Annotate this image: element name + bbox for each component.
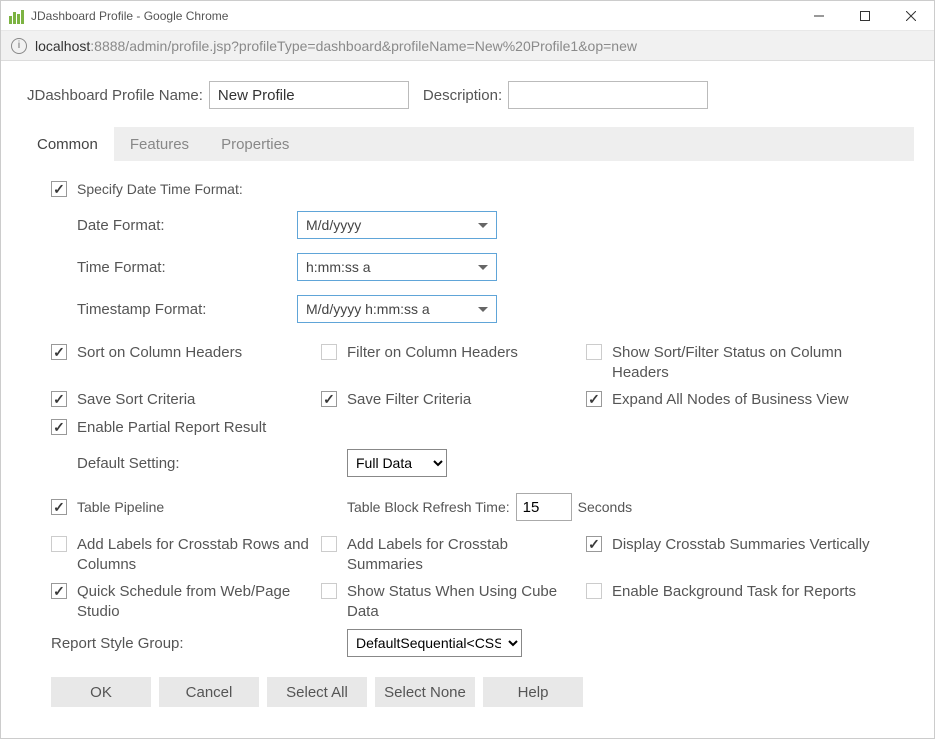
expand-nodes-checkbox[interactable] xyxy=(586,391,602,407)
timestamp-format-value: M/d/yyyy h:mm:ss a xyxy=(306,301,430,317)
chevron-down-icon xyxy=(478,265,488,270)
enable-partial-checkbox[interactable] xyxy=(51,419,67,435)
minimize-icon xyxy=(814,11,824,21)
tab-properties[interactable]: Properties xyxy=(205,127,305,161)
chevron-down-icon xyxy=(478,223,488,228)
save-filter-checkbox[interactable] xyxy=(321,391,337,407)
add-labels-summaries-checkbox[interactable] xyxy=(321,536,337,552)
default-setting-label: Default Setting: xyxy=(51,455,347,472)
quick-schedule-checkbox[interactable] xyxy=(51,583,67,599)
date-format-value: M/d/yyyy xyxy=(306,217,361,233)
show-sort-filter-checkbox[interactable] xyxy=(586,344,602,360)
time-format-combo[interactable]: h:mm:ss a xyxy=(297,253,497,281)
table-pipeline-checkbox[interactable] xyxy=(51,499,67,515)
profile-header-row: JDashboard Profile Name: Description: xyxy=(21,81,914,109)
specify-datetime-label: Specify Date Time Format: xyxy=(77,181,243,197)
date-format-combo[interactable]: M/d/yyyy xyxy=(297,211,497,239)
style-group-label: Report Style Group: xyxy=(51,635,347,652)
button-row: OK Cancel Select All Select None Help xyxy=(51,677,904,707)
minimize-button[interactable] xyxy=(796,1,842,31)
select-none-button[interactable]: Select None xyxy=(375,677,475,707)
address-bar[interactable]: i localhost:8888/admin/profile.jsp?profi… xyxy=(1,31,934,61)
time-format-value: h:mm:ss a xyxy=(306,259,371,275)
window-titlebar: JDashboard Profile - Google Chrome xyxy=(1,1,934,31)
url-host: localhost xyxy=(35,38,90,54)
description-label: Description: xyxy=(423,87,502,104)
timestamp-format-combo[interactable]: M/d/yyyy h:mm:ss a xyxy=(297,295,497,323)
close-icon xyxy=(906,11,916,21)
cancel-button[interactable]: Cancel xyxy=(159,677,259,707)
display-vertically-checkbox[interactable] xyxy=(586,536,602,552)
tab-features[interactable]: Features xyxy=(114,127,205,161)
maximize-button[interactable] xyxy=(842,1,888,31)
table-pipeline-label: Table Pipeline xyxy=(77,499,164,515)
enable-partial-label: Enable Partial Report Result xyxy=(77,418,266,438)
window-title: JDashboard Profile - Google Chrome xyxy=(31,9,228,23)
sort-on-headers-checkbox[interactable] xyxy=(51,344,67,360)
help-button[interactable]: Help xyxy=(483,677,583,707)
specify-datetime-checkbox[interactable] xyxy=(51,181,67,197)
select-all-button[interactable]: Select All xyxy=(267,677,367,707)
refresh-unit-label: Seconds xyxy=(578,499,632,515)
app-icon xyxy=(9,8,25,24)
filter-on-headers-checkbox[interactable] xyxy=(321,344,337,360)
add-labels-rows-label: Add Labels for Crosstab Rows and Columns xyxy=(77,535,321,574)
profile-name-input[interactable] xyxy=(209,81,409,109)
time-format-label: Time Format: xyxy=(77,259,297,276)
show-sort-filter-label: Show Sort/Filter Status on Column Header… xyxy=(612,343,876,382)
default-setting-select[interactable]: Full Data xyxy=(347,449,447,477)
expand-nodes-label: Expand All Nodes of Business View xyxy=(612,390,849,410)
show-status-cube-label: Show Status When Using Cube Data xyxy=(347,582,586,621)
description-input[interactable] xyxy=(508,81,708,109)
refresh-time-label: Table Block Refresh Time: xyxy=(347,499,510,515)
tabs: Common Features Properties xyxy=(21,127,914,161)
enable-bg-label: Enable Background Task for Reports xyxy=(612,582,856,602)
enable-bg-checkbox[interactable] xyxy=(586,583,602,599)
close-button[interactable] xyxy=(888,1,934,31)
maximize-icon xyxy=(860,11,870,21)
save-sort-label: Save Sort Criteria xyxy=(77,390,195,410)
filter-on-headers-label: Filter on Column Headers xyxy=(347,343,518,363)
add-labels-rows-checkbox[interactable] xyxy=(51,536,67,552)
display-vertically-label: Display Crosstab Summaries Vertically xyxy=(612,535,870,555)
tab-common[interactable]: Common xyxy=(21,127,114,161)
timestamp-format-label: Timestamp Format: xyxy=(77,301,297,318)
sort-on-headers-label: Sort on Column Headers xyxy=(77,343,242,363)
ok-button[interactable]: OK xyxy=(51,677,151,707)
add-labels-summaries-label: Add Labels for Crosstab Summaries xyxy=(347,535,586,574)
style-group-select[interactable]: DefaultSequential<CSS> xyxy=(347,629,522,657)
quick-schedule-label: Quick Schedule from Web/Page Studio xyxy=(77,582,321,621)
info-icon[interactable]: i xyxy=(11,38,27,54)
refresh-time-input[interactable] xyxy=(516,493,572,521)
show-status-cube-checkbox[interactable] xyxy=(321,583,337,599)
date-format-label: Date Format: xyxy=(77,217,297,234)
chevron-down-icon xyxy=(478,307,488,312)
profile-name-label: JDashboard Profile Name: xyxy=(27,87,203,104)
url-path: :8888/admin/profile.jsp?profileType=dash… xyxy=(90,38,637,54)
save-filter-label: Save Filter Criteria xyxy=(347,390,471,410)
save-sort-checkbox[interactable] xyxy=(51,391,67,407)
